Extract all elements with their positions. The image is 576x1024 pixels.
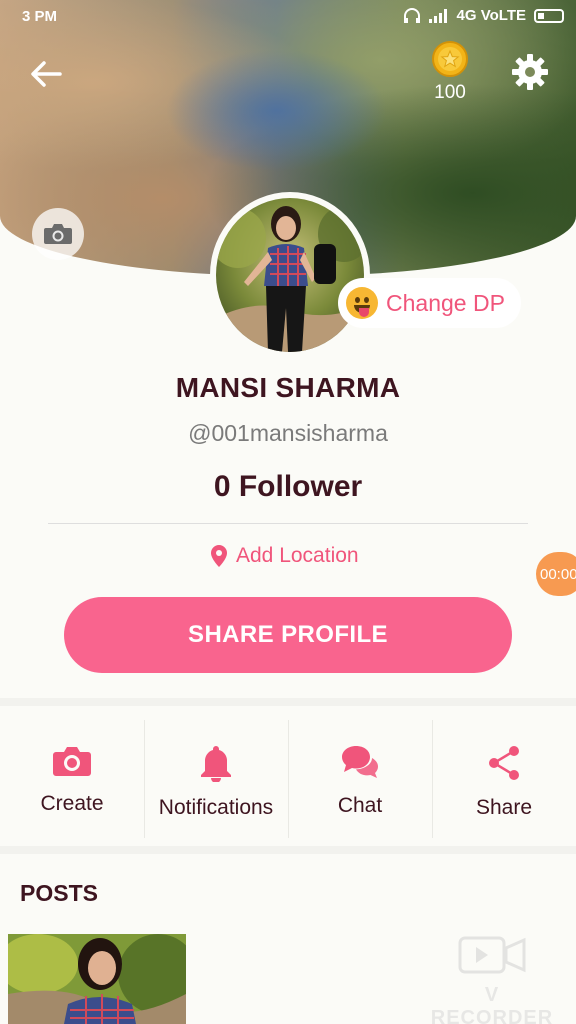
action-label: Chat [337, 794, 383, 817]
back-button[interactable] [24, 52, 68, 96]
bell-icon [201, 746, 231, 782]
change-dp-button[interactable]: Change DP [338, 278, 521, 328]
recording-timer-badge[interactable]: 00:00 [536, 552, 576, 596]
chat-button[interactable]: Chat [288, 712, 432, 846]
video-recorder-icon [458, 936, 526, 974]
share-icon [489, 746, 519, 780]
action-label: Share [475, 796, 533, 819]
status-bar: 3 PM 4G VoLTE [0, 0, 576, 34]
watermark-text: V RECORDER [430, 984, 554, 1024]
profile-name: MANSI SHARMA [175, 372, 401, 403]
cover-camera-button[interactable] [32, 208, 84, 260]
change-dp-label: Change DP [386, 289, 505, 316]
chat-bubbles-icon [342, 746, 378, 778]
profile-picture[interactable] [210, 192, 370, 358]
headphones-icon [403, 7, 420, 23]
status-icons: 4G VoLTE [403, 7, 564, 24]
gold-coin-icon [432, 41, 468, 77]
share-profile-button[interactable]: SHARE PROFILE [64, 597, 512, 673]
share-button[interactable]: Share [432, 712, 576, 846]
action-bar: Create Notifications Chat Share [0, 712, 576, 846]
network-label: 4G VoLTE [456, 7, 526, 24]
posts-heading: POSTS [20, 880, 98, 906]
notifications-button[interactable]: Notifications [144, 712, 288, 846]
add-location-label: Add Location [236, 544, 359, 567]
settings-button[interactable] [508, 50, 552, 94]
battery-icon [534, 8, 564, 23]
gear-icon [512, 54, 548, 90]
camera-icon [53, 747, 91, 776]
action-label: Create [40, 792, 104, 815]
divider [48, 523, 528, 524]
arrow-left-icon [31, 61, 62, 87]
profile-handle: @001mansisharma [188, 420, 388, 446]
section-separator [0, 698, 576, 706]
coin-count: 100 [434, 82, 466, 103]
profile-photo [216, 198, 364, 352]
signal-icon [428, 8, 447, 23]
section-separator [0, 846, 576, 854]
post-photo [8, 934, 186, 1024]
tongue-out-emoji-icon [346, 287, 378, 319]
add-location-button[interactable]: Add Location [210, 544, 359, 568]
action-label: Notifications [158, 796, 274, 819]
follower-count[interactable]: 0 Follower [0, 470, 576, 504]
camera-icon [44, 224, 72, 244]
create-button[interactable]: Create [0, 712, 144, 846]
location-pin-icon [211, 545, 227, 567]
status-time: 3 PM [22, 8, 58, 25]
post-thumbnail[interactable] [8, 934, 186, 1024]
recorder-watermark: V RECORDER [426, 934, 558, 1024]
